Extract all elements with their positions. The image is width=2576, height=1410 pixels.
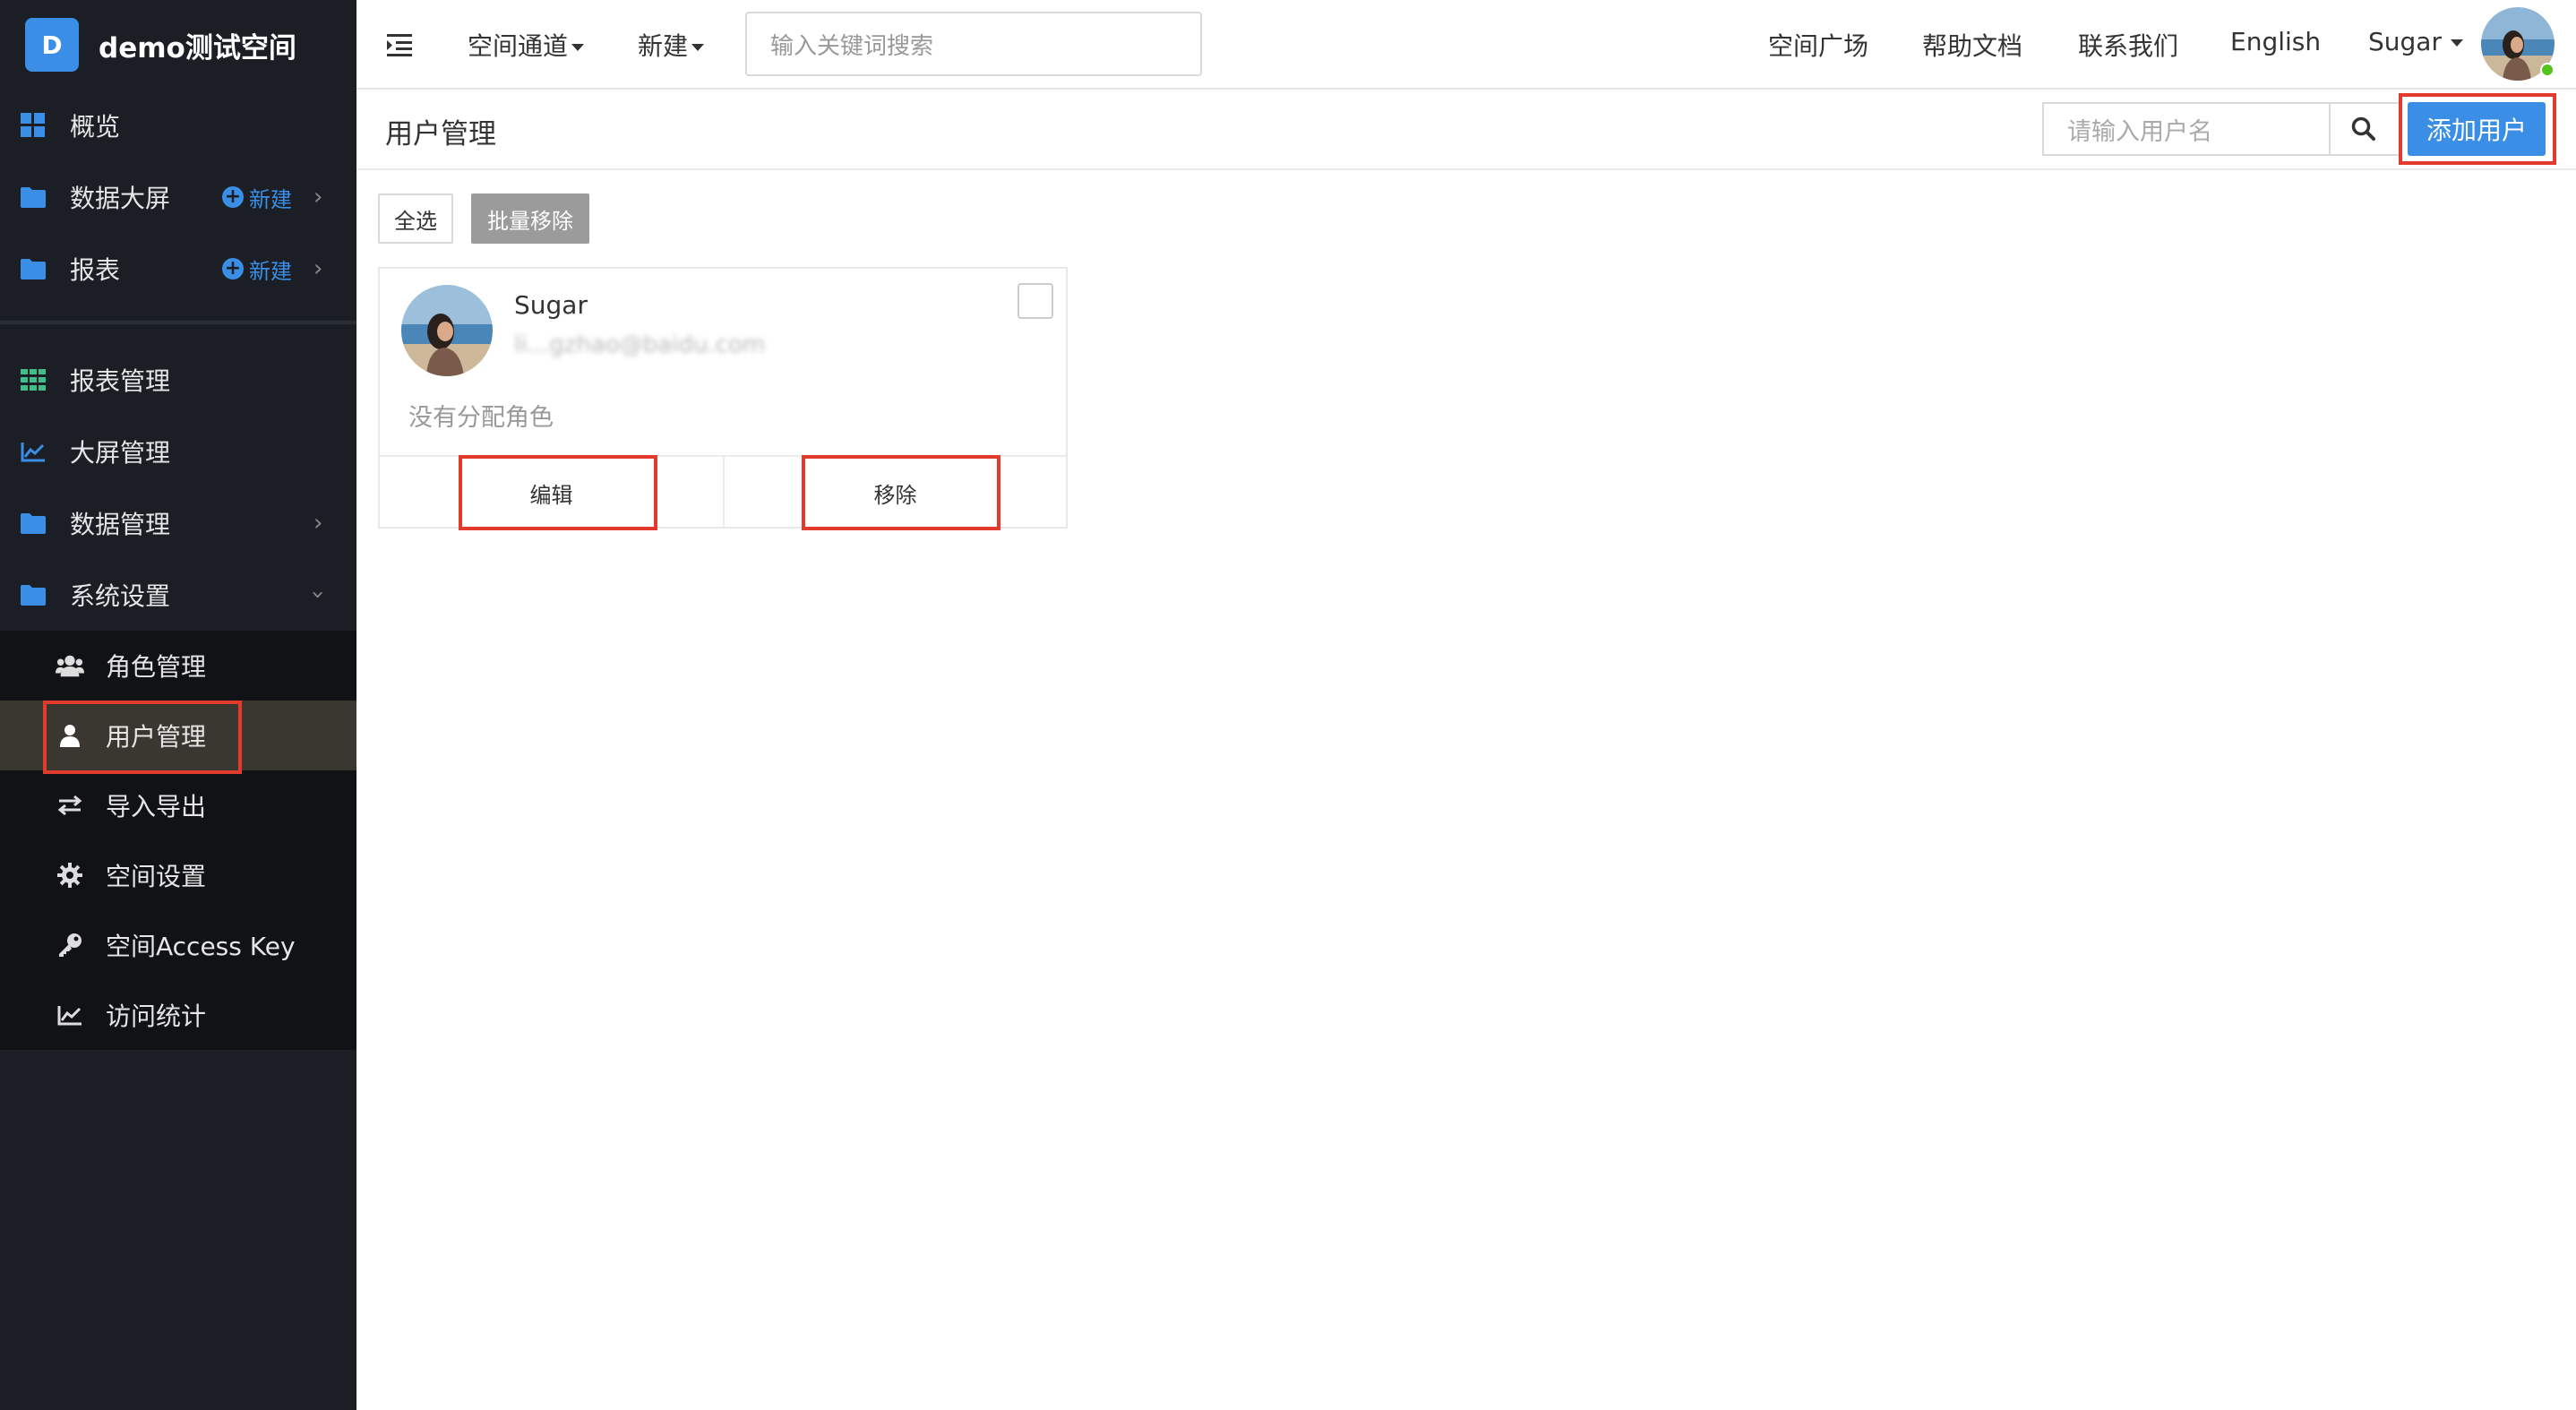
- user-card: Sugar li...gzhao@baidu.com 没有分配角色 编辑 移除: [378, 267, 1068, 530]
- username-label: Sugar: [2368, 27, 2442, 56]
- sidebar-item-label: 大屏管理: [70, 438, 171, 468]
- new-label: 新建: [249, 186, 292, 212]
- sidebar-item-import-export[interactable]: 导入导出: [0, 770, 356, 840]
- area-chart-icon: [56, 1002, 84, 1028]
- highlight-box: [459, 455, 657, 530]
- sidebar-item-label: 空间设置: [106, 862, 207, 891]
- plus-circle-icon: +: [222, 186, 244, 208]
- topbar: 空间通道 新建 输入关键词搜索 空间广场 帮助文档 联系我们 English S…: [356, 0, 2576, 90]
- online-status-indicator: [2540, 63, 2555, 77]
- help-docs-link[interactable]: 帮助文档: [1922, 27, 2022, 63]
- folder-icon: [20, 581, 47, 608]
- user-email: li...gzhao@baidu.com: [514, 331, 766, 358]
- sidebar-item-label: 空间Access Key: [106, 932, 296, 961]
- chevron-right-icon: ›: [313, 510, 323, 537]
- sidebar-item-access-stats[interactable]: 访问统计: [0, 980, 356, 1050]
- batch-remove-button[interactable]: 批量移除: [471, 193, 589, 244]
- sidebar-item-data-screen[interactable]: 数据大屏 + 新建 ›: [0, 161, 356, 233]
- system-settings-submenu: 角色管理 用户管理 导入导出 空间设置 空间Access Key 访问统计: [0, 631, 356, 1050]
- sidebar-item-screen-management[interactable]: 大屏管理: [0, 416, 356, 487]
- sidebar-item-label: 概览: [70, 112, 121, 142]
- user-avatar: [401, 285, 493, 376]
- sidebar-item-access-key[interactable]: 空间Access Key: [0, 910, 356, 980]
- sidebar-item-label: 报表管理: [70, 366, 171, 396]
- highlight-box: [43, 701, 242, 774]
- remove-user-button[interactable]: 移除: [723, 455, 1066, 530]
- sidebar: D demo测试空间 概览 数据大屏 + 新建 › 报表 + 新建 › 报表管理…: [0, 0, 356, 1410]
- sidebar-item-space-settings[interactable]: 空间设置: [0, 840, 356, 910]
- page-title: 用户管理: [385, 118, 496, 150]
- plus-circle-icon: +: [222, 258, 244, 279]
- sidebar-item-data-management[interactable]: 数据管理 ›: [0, 487, 356, 559]
- sidebar-item-reports[interactable]: 报表 + 新建 ›: [0, 233, 356, 305]
- search-icon: [2351, 116, 2375, 141]
- sidebar-item-system-settings[interactable]: 系统设置 ›: [0, 559, 356, 631]
- line-chart-icon: [20, 438, 47, 465]
- dashboard-grid-icon: [20, 112, 47, 139]
- chevron-right-icon: ›: [313, 184, 323, 211]
- sidebar-item-label: 导入导出: [106, 792, 207, 821]
- folder-icon: [20, 255, 47, 282]
- page-header: 用户管理 请输入用户名 添加用户: [356, 90, 2576, 170]
- folder-icon: [20, 184, 47, 211]
- chevron-down-icon: ›: [305, 589, 332, 600]
- new-label: 新建: [249, 258, 292, 284]
- search-placeholder: 输入关键词搜索: [770, 32, 934, 60]
- contact-us-link[interactable]: 联系我们: [2078, 27, 2178, 63]
- menu-collapse-icon[interactable]: [387, 32, 414, 57]
- key-icon: [56, 932, 84, 959]
- new-data-screen-link[interactable]: + 新建: [222, 182, 292, 213]
- gear-icon: [56, 862, 84, 889]
- new-label: 新建: [638, 31, 689, 61]
- search-button[interactable]: [2329, 102, 2400, 156]
- brand[interactable]: D demo测试空间: [0, 0, 356, 90]
- sidebar-item-report-management[interactable]: 报表管理: [0, 344, 356, 416]
- users-icon: [56, 652, 84, 679]
- user-role: 没有分配角色: [408, 404, 554, 432]
- select-all-button[interactable]: 全选: [378, 193, 453, 244]
- swap-arrows-icon: [56, 792, 84, 819]
- user-card-actions: 编辑 移除: [380, 455, 1066, 530]
- sidebar-divider: [0, 321, 356, 324]
- highlight-box: [802, 455, 1000, 530]
- sidebar-item-label: 报表: [70, 255, 121, 285]
- caret-down-icon: [691, 44, 705, 51]
- user-name: Sugar: [514, 290, 588, 320]
- space-channel-dropdown[interactable]: 空间通道: [468, 27, 585, 63]
- space-channel-label: 空间通道: [468, 31, 569, 61]
- global-search-input[interactable]: 输入关键词搜索: [745, 12, 1202, 76]
- user-menu-dropdown[interactable]: Sugar: [2368, 27, 2463, 56]
- user-select-checkbox[interactable]: [1018, 283, 1053, 319]
- table-grid-icon: [20, 366, 47, 393]
- caret-down-icon: [2450, 39, 2463, 47]
- add-user-button[interactable]: 添加用户: [2408, 102, 2546, 156]
- sidebar-item-overview[interactable]: 概览: [0, 90, 356, 161]
- sidebar-item-role-management[interactable]: 角色管理: [0, 631, 356, 701]
- sidebar-item-user-management[interactable]: 用户管理: [0, 701, 356, 774]
- language-switch[interactable]: English: [2230, 27, 2321, 56]
- space-plaza-link[interactable]: 空间广场: [1768, 27, 1868, 63]
- sidebar-item-label: 数据管理: [70, 510, 171, 539]
- caret-down-icon: [571, 44, 585, 51]
- sidebar-item-label: 数据大屏: [70, 184, 171, 213]
- brand-logo: D: [25, 18, 79, 72]
- sidebar-item-label: 访问统计: [106, 1002, 207, 1031]
- space-name: demo测试空间: [99, 31, 296, 64]
- new-dropdown[interactable]: 新建: [638, 27, 705, 63]
- edit-user-button[interactable]: 编辑: [380, 455, 723, 530]
- sidebar-item-label: 系统设置: [70, 581, 171, 611]
- chevron-right-icon: ›: [313, 255, 323, 282]
- folder-icon: [20, 510, 47, 537]
- new-report-link[interactable]: + 新建: [222, 254, 292, 285]
- username-search-input[interactable]: 请输入用户名: [2042, 102, 2331, 156]
- search-placeholder: 请输入用户名: [2067, 117, 2212, 146]
- sidebar-item-label: 角色管理: [106, 652, 207, 682]
